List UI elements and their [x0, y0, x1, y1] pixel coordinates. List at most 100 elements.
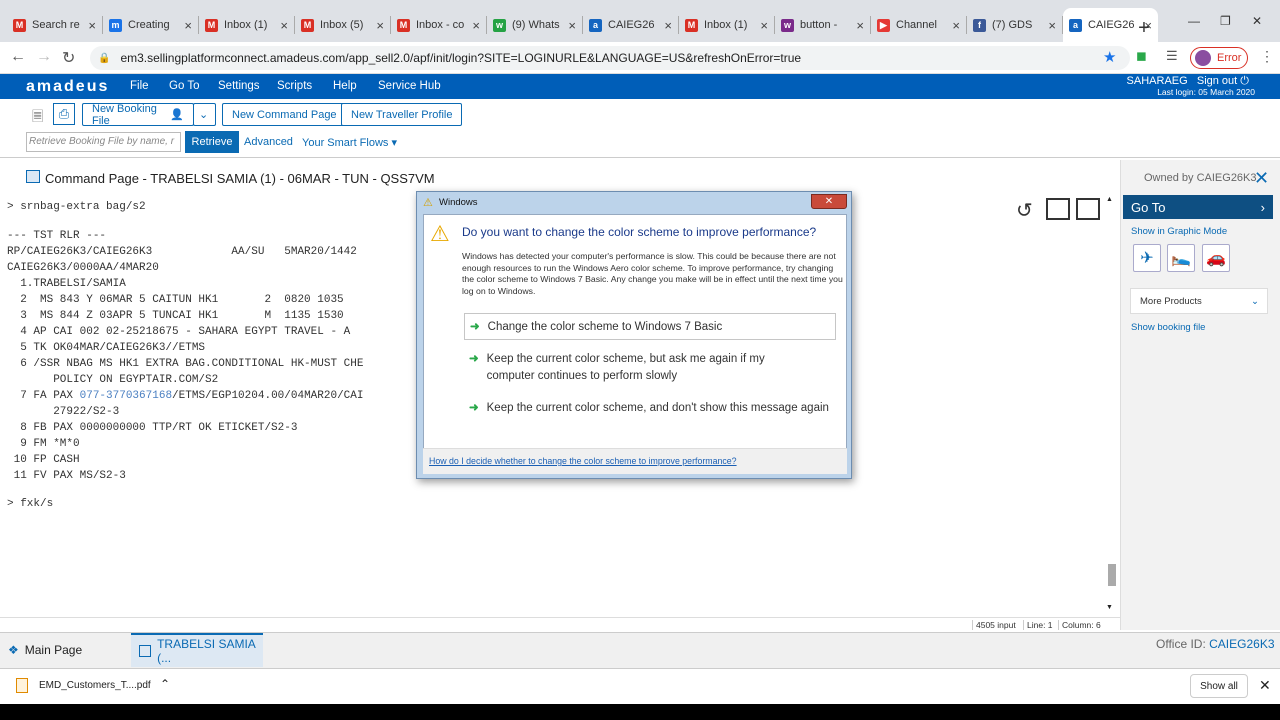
close-icon[interactable]: ✕ — [1254, 168, 1269, 189]
browser-tab[interactable]: M Search re × — [7, 8, 102, 42]
browser-tab[interactable]: a CAIEG26 × — [583, 8, 678, 42]
scroll-down-icon[interactable]: ▼ — [1106, 604, 1113, 611]
history-icon[interactable]: ↺ — [1016, 198, 1033, 223]
tab-close-icon[interactable]: × — [1048, 18, 1056, 33]
browser-tab[interactable]: M Inbox (1) × — [679, 8, 774, 42]
terminal-line: 6 /SSR NBAG MS HK1 EXTRA BAG.CONDITIONAL… — [7, 358, 364, 370]
tab-favicon-icon: a — [1069, 18, 1082, 32]
address-bar[interactable]: 🔒 em3.sellingplatformconnect.amadeus.com… — [90, 46, 1130, 70]
new-command-page-button[interactable]: New Command Page — [222, 103, 347, 126]
tab-close-icon[interactable]: × — [184, 18, 192, 33]
browser-tab[interactable]: M Inbox - co × — [391, 8, 486, 42]
tab-title: CAIEG26 — [608, 19, 655, 31]
hotel-icon[interactable]: 🛌 — [1167, 244, 1195, 272]
browser-tab[interactable]: w button - × — [775, 8, 870, 42]
tab-favicon-icon: ▶ — [877, 18, 890, 32]
print-icon[interactable]: ⎙ — [53, 103, 75, 125]
terminal-line: POLICY ON EGYPTAIR.COM/S2 — [7, 374, 219, 386]
browser-tab[interactable]: M Inbox (1) × — [199, 8, 294, 42]
dialog-help-link[interactable]: How do I decide whether to change the co… — [429, 456, 737, 466]
menu-service-hub[interactable]: Service Hub — [378, 80, 441, 92]
office-id-value: CAIEG26K3 — [1209, 637, 1275, 651]
back-icon[interactable]: ← — [10, 48, 26, 66]
option-change-scheme[interactable]: ➜ Change the color scheme to Windows 7 Ba… — [464, 313, 836, 340]
tab-title: Channel — [896, 19, 937, 31]
menu-settings[interactable]: Settings — [218, 80, 260, 92]
car-icon[interactable]: 🚗 — [1202, 244, 1230, 272]
scroll-up-icon[interactable]: ▲ — [1106, 196, 1113, 203]
forward-icon[interactable]: → — [36, 48, 52, 66]
line-indicator: Line: 1 — [1023, 620, 1053, 630]
tab-title: Creating — [128, 19, 170, 31]
browser-tab[interactable]: w (9) Whats × — [487, 8, 582, 42]
menu-scripts[interactable]: Scripts — [277, 80, 312, 92]
tab-main-page[interactable]: ❖ Main Page — [0, 633, 130, 667]
ticket-number-link[interactable]: 077-3770367168 — [80, 390, 172, 402]
dialog-body: ⚠ Do you want to change the color scheme… — [423, 214, 847, 473]
new-tab-button[interactable]: + — [1133, 18, 1155, 40]
chevron-down-icon[interactable]: ⌄ — [193, 103, 216, 126]
menu-help[interactable]: Help — [333, 80, 357, 92]
menu-goto[interactable]: Go To — [169, 80, 199, 92]
scrollbar[interactable]: ▲ ▼ — [1106, 196, 1118, 614]
chevron-up-icon[interactable]: ⌃ — [160, 677, 170, 691]
go-to-header[interactable]: Go To › — [1123, 195, 1273, 219]
show-all-button[interactable]: Show all — [1190, 674, 1248, 698]
warning-icon: ⚠ — [423, 197, 433, 209]
extension-icon[interactable]: ◼ — [1136, 48, 1147, 64]
close-window-icon[interactable]: ✕ — [1252, 14, 1262, 28]
download-file-name[interactable]: EMD_Customers_T....pdf — [39, 680, 151, 691]
tab-close-icon[interactable]: × — [568, 18, 576, 33]
tab-close-icon[interactable]: × — [376, 18, 384, 33]
close-downloads-icon[interactable]: ✕ — [1259, 677, 1271, 694]
tab-close-icon[interactable]: × — [760, 18, 768, 33]
tab-title: Search re — [32, 19, 80, 31]
retrieve-button[interactable]: Retrieve — [185, 131, 239, 153]
option-keep-dont-show[interactable]: ➜ Keep the current color scheme, and don'… — [469, 400, 829, 417]
split-vertical-icon[interactable] — [1076, 198, 1100, 220]
more-products-label: More Products — [1140, 295, 1202, 307]
restore-icon[interactable]: ❐ — [1220, 14, 1231, 28]
smart-flows-link[interactable]: Your Smart Flows ▾ — [302, 136, 397, 149]
browser-tab[interactable]: M Inbox (5) × — [295, 8, 390, 42]
tab-close-icon[interactable]: × — [664, 18, 672, 33]
advanced-link[interactable]: Advanced — [244, 136, 293, 148]
input-count: 4505 input — [972, 620, 1016, 630]
minimize-icon[interactable]: — — [1188, 14, 1200, 28]
media-icon[interactable]: ☰ — [1166, 48, 1178, 64]
reload-icon[interactable]: ↻ — [62, 48, 75, 68]
more-products-dropdown[interactable]: More Products ⌄ — [1130, 288, 1268, 314]
tab-close-icon[interactable]: × — [88, 18, 96, 33]
menu-kebab-icon[interactable]: ⋮ — [1260, 48, 1274, 65]
power-icon[interactable]: ⏻ — [1240, 75, 1249, 87]
menu-file[interactable]: File — [130, 80, 149, 92]
scroll-thumb[interactable] — [1108, 564, 1116, 586]
dialog-close-button[interactable]: ✕ — [811, 194, 847, 209]
tab-close-icon[interactable]: × — [952, 18, 960, 33]
warning-icon: ⚠ — [430, 221, 450, 246]
retrieve-booking-input[interactable]: Retrieve Booking File by name, r — [26, 132, 181, 152]
command-page-title: Command Page - TRABELSI SAMIA (1) - 06MA… — [45, 170, 435, 186]
option2-label: Keep the current color scheme, but ask m… — [486, 353, 765, 382]
tab-trabelsi[interactable]: TRABELSI SAMIA (... — [131, 633, 263, 667]
bookmark-star-icon[interactable]: ★ — [1103, 48, 1116, 66]
new-booking-file-button[interactable]: New Booking File 👤 — [82, 103, 194, 127]
flight-icon[interactable]: ✈ — [1133, 244, 1161, 272]
show-graphic-mode-link[interactable]: Show in Graphic Mode — [1131, 226, 1227, 237]
browser-tab[interactable]: m Creating × — [103, 8, 198, 42]
tab-title: button - — [800, 19, 838, 31]
tab-close-icon[interactable]: × — [280, 18, 288, 33]
terminal-line: RP/CAIEG26K3/CAIEG26K3 AA/SU 5MAR20/1442 — [7, 246, 357, 258]
show-booking-file-link[interactable]: Show booking file — [1131, 322, 1205, 333]
browser-tab[interactable]: f (7) GDS × — [967, 8, 1062, 42]
sign-out-link[interactable]: Sign out — [1197, 75, 1237, 87]
tab-close-icon[interactable]: × — [472, 18, 480, 33]
tab-close-icon[interactable]: × — [856, 18, 864, 33]
browser-tab[interactable]: ▶ Channel × — [871, 8, 966, 42]
split-horizontal-icon[interactable] — [1046, 198, 1070, 220]
file-icon[interactable]: 🗏 — [32, 106, 43, 130]
new-traveller-profile-button[interactable]: New Traveller Profile — [341, 103, 463, 126]
option3-label: Keep the current color scheme, and don't… — [486, 402, 829, 414]
profile-error-button[interactable]: Error — [1190, 47, 1248, 69]
option-keep-ask-again[interactable]: ➜ Keep the current color scheme, but ask … — [469, 351, 809, 385]
